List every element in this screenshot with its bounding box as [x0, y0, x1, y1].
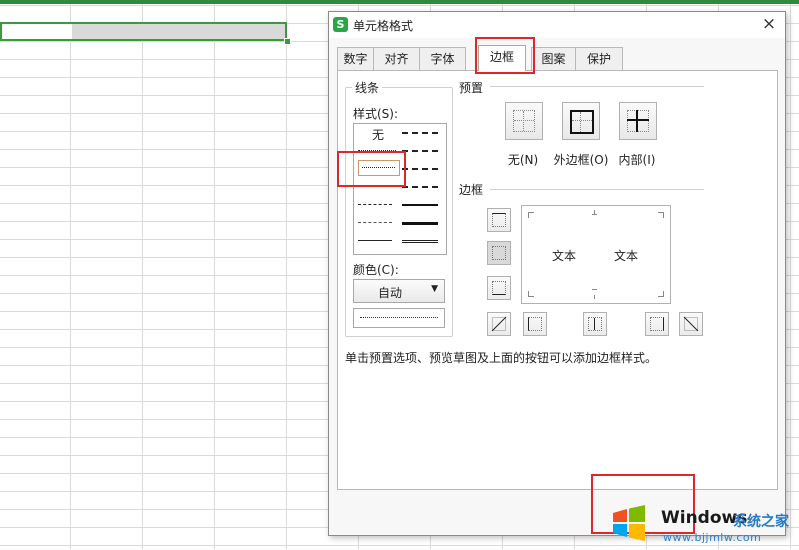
border-outline-icon [570, 110, 594, 134]
format-cells-dialog: S 单元格格式 × 数字 对齐 字体 边框 图案 保护 线条 样式(S): 无 [328, 11, 786, 536]
border-top-button[interactable] [487, 208, 511, 232]
tab-alignment[interactable]: 对齐 [373, 47, 420, 71]
preview-text-right: 文本 [614, 249, 639, 263]
style-option[interactable] [402, 150, 438, 152]
border-middle-vertical-button[interactable] [583, 312, 607, 336]
border-inner-vertical-icon [588, 317, 602, 331]
line-group-legend: 线条 [352, 79, 383, 96]
style-option[interactable] [358, 240, 392, 241]
border-divider [490, 189, 704, 190]
instruction-text: 单击预置选项、预览草图及上面的按钮可以添加边框样式。 [345, 351, 658, 365]
preview-text-left: 文本 [552, 249, 577, 263]
border-inside-icon [627, 110, 649, 132]
border-tab-panel: 线条 样式(S): 无 颜色(C): 自动 ▼ 预置 无(N) 外边框(O) 内… [337, 70, 778, 490]
border-top-icon [492, 213, 506, 227]
style-option[interactable] [358, 204, 392, 205]
fill-handle[interactable] [284, 38, 291, 45]
style-option[interactable] [402, 186, 438, 188]
style-option[interactable] [402, 222, 438, 225]
line-style-list[interactable]: 无 [353, 123, 447, 255]
color-label: 颜色(C): [353, 263, 399, 277]
dialog-titlebar[interactable]: S 单元格格式 × [329, 12, 785, 38]
style-none-option[interactable]: 无 [372, 126, 384, 143]
style-option[interactable] [402, 204, 438, 206]
border-bottom-icon [492, 281, 506, 295]
watermark-url: www.bjjmlw.com [663, 531, 762, 544]
border-right-icon [650, 317, 664, 331]
windows-logo-icon [613, 505, 645, 541]
close-button[interactable]: × [761, 14, 777, 34]
preset-inside-button[interactable] [619, 102, 657, 140]
border-group-legend: 边框 [456, 181, 487, 198]
border-preview-area[interactable]: 文本 文本 [521, 205, 671, 304]
preset-none-label: 无(N) [507, 153, 539, 167]
border-middle-horizontal-button[interactable] [487, 241, 511, 265]
tab-pattern[interactable]: 图案 [531, 47, 576, 71]
diagonal-down-icon [683, 316, 699, 332]
border-inner-horizontal-icon [492, 246, 506, 260]
tab-protection[interactable]: 保护 [575, 47, 623, 71]
preset-divider [490, 86, 704, 87]
chevron-down-icon: ▼ [431, 284, 438, 294]
preset-inside-label: 内部(I) [618, 153, 656, 167]
tab-number[interactable]: 数字 [337, 47, 374, 71]
preset-none-button[interactable] [505, 102, 543, 140]
preset-outline-button[interactable] [562, 102, 600, 140]
border-none-icon [513, 110, 535, 132]
sheet-top-border [0, 0, 799, 4]
border-diagonal-down-button[interactable] [679, 312, 703, 336]
style-option-selected[interactable] [358, 160, 400, 176]
style-option[interactable] [402, 240, 438, 243]
watermark-cn: 系统之家 [733, 514, 789, 530]
border-left-button[interactable] [523, 312, 547, 336]
style-option[interactable] [402, 132, 438, 134]
border-bottom-button[interactable] [487, 276, 511, 300]
tab-border[interactable]: 边框 [478, 45, 526, 71]
tab-font[interactable]: 字体 [419, 47, 466, 71]
diagonal-up-icon [491, 316, 507, 332]
preset-outline-label: 外边框(O) [553, 153, 609, 167]
color-dropdown[interactable]: 自动 ▼ [353, 279, 445, 303]
style-option[interactable] [358, 222, 392, 223]
border-diagonal-up-button[interactable] [487, 312, 511, 336]
style-label: 样式(S): [353, 107, 399, 121]
color-value: 自动 [378, 286, 403, 300]
watermark: Windows 系统之家 www.bjjmlw.com [605, 497, 799, 550]
style-option[interactable] [402, 168, 438, 170]
selected-cell-range[interactable] [0, 22, 287, 41]
line-color-preview [353, 308, 445, 328]
border-right-button[interactable] [645, 312, 669, 336]
border-left-icon [528, 317, 542, 331]
preset-group-legend: 预置 [456, 79, 487, 96]
style-option[interactable] [358, 150, 396, 151]
wps-app-icon: S [333, 17, 348, 32]
dialog-title: 单元格格式 [353, 19, 414, 33]
